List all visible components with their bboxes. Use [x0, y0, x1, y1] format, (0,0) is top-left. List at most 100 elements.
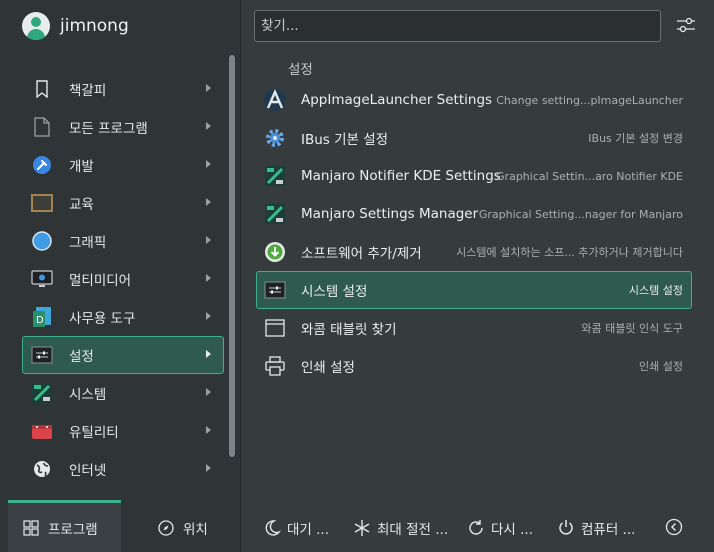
leave-button[interactable]: [665, 518, 689, 536]
category-list: 책갈피 모든 프로그램 개발 교육 그래픽 멀티미디어 D 사무용 도구 설정 …: [22, 70, 224, 488]
hibernate-button[interactable]: 최대 절전 ...: [353, 518, 448, 538]
chalkboard-icon: [31, 192, 53, 214]
result-name: 소프트웨어 추가/제거: [301, 246, 422, 262]
category-system[interactable]: 시스템: [22, 374, 224, 412]
chevron-right-icon: [206, 350, 211, 358]
username: jimnong: [60, 16, 129, 36]
tab-bar: 프로그램 위치: [0, 500, 240, 552]
chevron-right-icon: [206, 84, 211, 92]
category-label: 시스템: [69, 387, 107, 403]
result-description: Graphical Setting...nager for Manjaro: [478, 207, 683, 221]
result-print-settings[interactable]: 인쇄 설정 인쇄 설정: [256, 347, 692, 385]
monitor-icon: [31, 268, 53, 290]
result-manjaro-settings[interactable]: Manjaro Settings Manager Graphical Setti…: [256, 195, 692, 233]
svg-text:D: D: [36, 315, 44, 326]
manjaro-icon: [263, 164, 287, 188]
power-label: 다시 ...: [491, 522, 534, 538]
globe-icon: [31, 458, 53, 480]
power-bar: 대기 ... 최대 절전 ... 다시 ... 컴퓨터 ...: [241, 500, 714, 552]
result-wacom-tablet[interactable]: 와콤 태블릿 찾기 와콤 태블릿 인식 도구: [256, 309, 692, 347]
category-label: 모든 프로그램: [69, 121, 148, 137]
chevron-right-icon: [206, 160, 211, 168]
configure-button[interactable]: [675, 14, 697, 36]
shutdown-button[interactable]: 컴퓨터 ...: [557, 518, 635, 538]
hammer-icon: [31, 154, 53, 176]
result-description: Change setting...pImageLauncher: [496, 93, 683, 107]
category-office[interactable]: D 사무용 도구: [22, 298, 224, 336]
sleep-button[interactable]: 대기 ...: [263, 518, 329, 538]
power-icon: [559, 520, 573, 535]
category-settings[interactable]: 설정: [22, 336, 224, 374]
office-icon: D: [31, 306, 53, 328]
tab-label: 위치: [183, 522, 208, 538]
category-utilities[interactable]: 유틸리티: [22, 412, 224, 450]
category-label: 멀티미디어: [69, 273, 132, 289]
result-add-remove-software[interactable]: 소프트웨어 추가/제거 시스템에 설치하는 소프... 추가하거나 제거합니다: [256, 233, 692, 271]
tab-places[interactable]: 위치: [158, 518, 208, 538]
result-description: 와콤 태블릿 인식 도구: [581, 322, 683, 335]
settings-icon: [31, 344, 53, 366]
result-manjaro-notifier[interactable]: Manjaro Notifier KDE Settings Graphical …: [256, 157, 692, 195]
result-system-settings[interactable]: 시스템 설정 시스템 설정: [256, 271, 692, 309]
category-graphics[interactable]: 그래픽: [22, 222, 224, 260]
scrollbar[interactable]: [229, 55, 235, 457]
result-description: 인쇄 설정: [639, 360, 683, 373]
result-name: 와콤 태블릿 찾기: [301, 322, 397, 338]
category-label: 사무용 도구: [69, 311, 136, 327]
tab-label: 프로그램: [48, 522, 98, 538]
result-name: Manjaro Settings Manager: [301, 206, 479, 222]
category-development[interactable]: 개발: [22, 146, 224, 184]
system-settings-icon: [263, 278, 287, 302]
user-header[interactable]: jimnong: [22, 12, 129, 40]
search-box[interactable]: [254, 10, 661, 42]
section-title: 설정: [288, 62, 313, 78]
chevron-right-icon: [206, 198, 211, 206]
search-input[interactable]: [261, 11, 654, 41]
results-pane: 설정 AppImageLauncher Settings Change sett…: [241, 0, 714, 552]
result-appimagelauncher[interactable]: AppImageLauncher Settings Change setting…: [256, 81, 692, 119]
bookmark-icon: [31, 78, 53, 100]
category-label: 개발: [69, 159, 94, 175]
manjaro-icon: [31, 382, 53, 404]
category-bookmarks[interactable]: 책갈피: [22, 70, 224, 108]
restart-icon: [469, 520, 483, 535]
category-all-programs[interactable]: 모든 프로그램: [22, 108, 224, 146]
toolbox-icon: [31, 420, 53, 442]
compass-icon: [158, 520, 174, 536]
result-ibus[interactable]: IBus 기본 설정 IBus 기본 설정 변경: [256, 119, 692, 157]
result-list: AppImageLauncher Settings Change setting…: [256, 81, 692, 385]
chevron-left-circle-icon: [665, 518, 683, 536]
chevron-right-icon: [206, 236, 211, 244]
power-label: 컴퓨터 ...: [581, 522, 636, 538]
restart-button[interactable]: 다시 ...: [467, 518, 533, 538]
result-name: IBus 기본 설정: [301, 132, 389, 148]
chevron-right-icon: [206, 274, 211, 282]
category-internet[interactable]: 인터넷: [22, 450, 224, 488]
chevron-right-icon: [206, 388, 211, 396]
download-icon: [263, 240, 287, 264]
tab-programs-label[interactable]: 프로그램: [23, 518, 98, 538]
printer-icon: [263, 354, 287, 378]
manjaro-icon: [263, 202, 287, 226]
sidebar: jimnong 책갈피 모든 프로그램 개발 교육 그래픽 멀티미디어 D 사무…: [0, 0, 240, 552]
result-description: Graphical Settin...aro Notifier KDE: [496, 169, 683, 183]
category-label: 그래픽: [69, 235, 107, 251]
result-name: AppImageLauncher Settings: [301, 92, 493, 108]
avatar[interactable]: [22, 12, 50, 40]
category-label: 교육: [69, 197, 94, 213]
result-description: 시스템 설정: [628, 284, 683, 297]
category-label: 책갈피: [69, 83, 107, 99]
category-label: 설정: [69, 349, 94, 365]
category-multimedia[interactable]: 멀티미디어: [22, 260, 224, 298]
chevron-right-icon: [206, 312, 211, 320]
gear-icon: [263, 126, 287, 150]
window-icon: [263, 316, 287, 340]
appimage-icon: [263, 88, 287, 112]
category-education[interactable]: 교육: [22, 184, 224, 222]
chevron-right-icon: [206, 464, 211, 472]
category-label: 인터넷: [69, 463, 107, 479]
grid-icon: [23, 520, 39, 536]
tab-indicator: [8, 500, 121, 503]
result-description: IBus 기본 설정 변경: [588, 132, 683, 145]
power-label: 최대 절전 ...: [377, 522, 449, 538]
